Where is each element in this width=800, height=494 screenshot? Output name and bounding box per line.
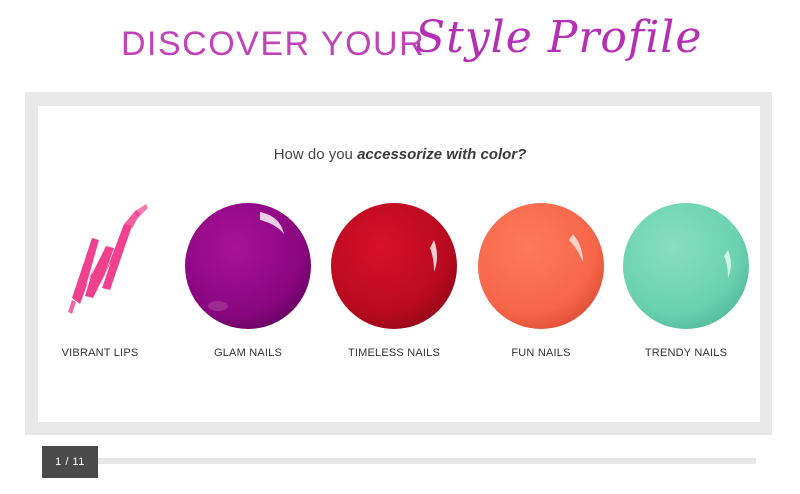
- option-vibrant-lips[interactable]: VIBRANT LIPS: [30, 202, 170, 372]
- nail-polish-swatch-icon: [331, 203, 457, 329]
- question-emphasis: accessorize with color?: [357, 146, 527, 163]
- quiz-question: How do you accessorize with color?: [0, 146, 800, 163]
- lipstick-swatch-icon: [68, 204, 148, 314]
- page-title: DISCOVER YOUR: [121, 25, 426, 63]
- option-label: TIMELESS NAILS: [347, 347, 441, 359]
- option-label: GLAM NAILS: [213, 347, 283, 359]
- nail-polish-swatch-icon: [185, 203, 311, 329]
- option-glam-nails[interactable]: GLAM NAILS: [178, 202, 318, 372]
- option-fun-nails[interactable]: FUN NAILS: [471, 202, 611, 372]
- nail-polish-swatch-icon: [623, 203, 749, 329]
- page-title-script: Style Profile: [415, 12, 703, 63]
- option-label: VIBRANT LIPS: [61, 347, 139, 359]
- progress-track: [98, 458, 756, 464]
- option-label: TRENDY NAILS: [644, 347, 728, 359]
- option-label: FUN NAILS: [511, 347, 571, 359]
- page-header: DISCOVER YOUR Style Profile: [0, 0, 800, 92]
- option-timeless-nails[interactable]: TIMELESS NAILS: [324, 202, 464, 372]
- quiz-progress: 1 / 11: [42, 446, 756, 478]
- question-prefix: How do you: [273, 146, 358, 163]
- progress-counter: 1 / 11: [42, 446, 98, 478]
- option-trendy-nails[interactable]: TRENDY NAILS: [616, 202, 756, 372]
- nail-polish-swatch-icon: [478, 203, 604, 329]
